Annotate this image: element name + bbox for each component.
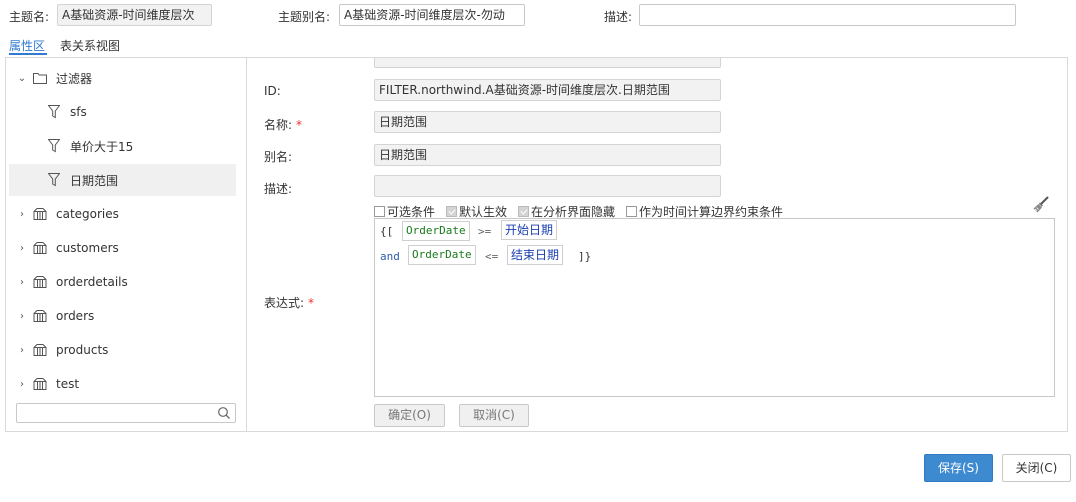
scrolled-off-field[interactable] (374, 58, 721, 68)
tree-search (16, 403, 236, 423)
chevron-right-icon[interactable]: › (16, 311, 28, 322)
name-input[interactable]: 日期范围 (374, 111, 721, 133)
expr-param-token[interactable]: 开始日期 (501, 220, 558, 240)
subject-name-label: 主题名: (9, 10, 50, 24)
chevron-right-icon[interactable]: › (16, 277, 28, 288)
checkbox[interactable] (446, 206, 458, 217)
description-label: 描述: (604, 10, 633, 24)
active-tab-indicator (9, 53, 47, 55)
chevron-right-icon[interactable]: › (16, 243, 28, 254)
description-input[interactable] (639, 4, 1016, 26)
subject-name-input[interactable]: A基础资源-时间维度层次 (57, 4, 212, 26)
required-mark: * (308, 296, 315, 310)
chevron-right-icon[interactable]: › (16, 379, 28, 390)
desc-label: 描述: (264, 182, 293, 196)
save-button[interactable]: 保存(S) (924, 454, 993, 482)
table-icon (32, 342, 48, 358)
expression-label: 表达式: * (264, 294, 314, 311)
tree-table-test[interactable]: › test (16, 368, 243, 400)
tree-table-products[interactable]: › products (16, 334, 243, 366)
chevron-right-icon[interactable]: › (16, 209, 28, 220)
expr-close-brace: ]} (578, 250, 592, 263)
tree-table-orders[interactable]: › orders (16, 300, 243, 332)
property-panel: ID: FILTER.northwind.A基础资源-时间维度层次.日期范围 名… (247, 57, 1068, 432)
table-icon (32, 240, 48, 256)
tree-table-categories[interactable]: › categories (16, 198, 243, 230)
table-icon (32, 376, 48, 392)
tree-item-label: orderdetails (56, 275, 128, 289)
checkbox[interactable] (518, 206, 530, 217)
name-label: 名称: * (264, 116, 302, 133)
desc-input[interactable] (374, 175, 721, 197)
tree-item-filter-sfs[interactable]: sfs (46, 96, 236, 128)
tree-table-orderdetails[interactable]: › orderdetails (16, 266, 243, 298)
folder-icon (32, 70, 48, 86)
alias-input[interactable]: 日期范围 (374, 144, 721, 166)
table-icon (32, 308, 48, 324)
expr-open-brace: {[ (380, 225, 394, 238)
tree-item-filter-price[interactable]: 单价大于15 (46, 130, 236, 162)
id-label: ID: (264, 84, 281, 98)
expression-editor[interactable]: {[ OrderDate >= 开始日期 and OrderDate <= 结束… (374, 218, 1055, 397)
filter-icon (46, 138, 62, 154)
filter-icon (46, 104, 62, 120)
tree-group-label: 过滤器 (56, 71, 93, 86)
tab-table-relations[interactable]: 表关系视图 (60, 37, 120, 54)
cancel-button[interactable]: 取消(C) (459, 404, 529, 427)
filter-icon (46, 172, 62, 188)
expression-label-text: 表达式: (264, 296, 305, 310)
required-mark: * (296, 118, 303, 132)
expr-keyword-and: and (380, 250, 400, 263)
tree-item-label: 单价大于15 (70, 139, 134, 154)
name-label-text: 名称: (264, 118, 293, 132)
tree-item-label: 日期范围 (70, 173, 119, 188)
tree-item-label: orders (56, 309, 95, 323)
tree-group-filters[interactable]: ⌄ 过滤器 (16, 62, 243, 94)
alias-label: 别名: (264, 150, 293, 164)
expr-param-token[interactable]: 结束日期 (507, 245, 564, 265)
chevron-right-icon[interactable]: › (16, 345, 28, 356)
tree-table-customers[interactable]: › customers (16, 232, 243, 264)
chevron-down-icon[interactable]: ⌄ (16, 73, 28, 84)
tree-item-label: products (56, 343, 109, 357)
table-icon (32, 274, 48, 290)
close-button[interactable]: 关闭(C) (1002, 454, 1071, 482)
brush-icon[interactable] (1032, 196, 1050, 217)
search-icon[interactable] (217, 406, 231, 420)
tree-item-label: customers (56, 241, 119, 255)
tree-item-label: test (56, 377, 80, 391)
tab-properties[interactable]: 属性区 (9, 37, 45, 54)
checkbox[interactable] (374, 206, 385, 217)
id-input[interactable]: FILTER.northwind.A基础资源-时间维度层次.日期范围 (374, 79, 721, 101)
tree-search-input[interactable] (17, 404, 215, 422)
tree-item-label: sfs (70, 105, 87, 119)
checkbox[interactable] (626, 206, 638, 217)
expr-field-token[interactable]: OrderDate (408, 245, 476, 265)
expr-operator: >= (478, 225, 492, 238)
expr-operator: <= (485, 250, 499, 263)
ok-button[interactable]: 确定(O) (374, 404, 445, 427)
tree-item-label: categories (56, 207, 119, 221)
expr-field-token[interactable]: OrderDate (402, 221, 470, 241)
subject-alias-input[interactable]: A基础资源-时间维度层次-勿动 (339, 4, 525, 26)
subject-alias-label: 主题别名: (278, 10, 331, 24)
tree-item-filter-date-range[interactable]: 日期范围 (9, 164, 236, 196)
table-icon (32, 206, 48, 222)
tree-panel: ⌄ 过滤器 sfs 单价大于15 日期范围 › categories › cus… (5, 57, 247, 432)
